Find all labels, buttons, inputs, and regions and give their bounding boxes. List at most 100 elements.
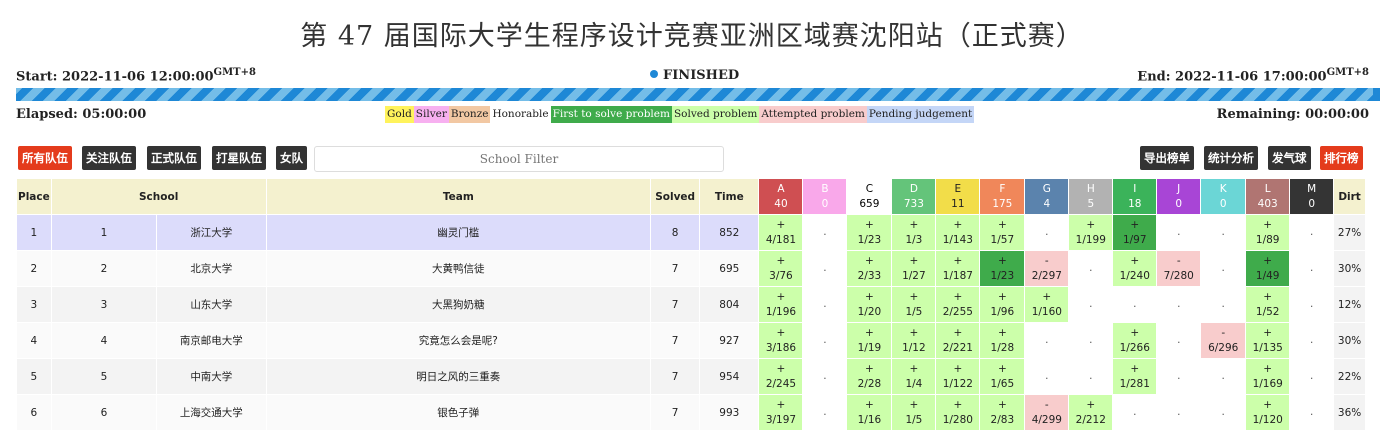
problem-header-a[interactable]: A 40 — [758, 178, 804, 215]
problem-cell-h[interactable]: . — [1068, 286, 1114, 323]
place-header[interactable]: Place — [16, 178, 52, 215]
problem-header-c[interactable]: C 659 — [846, 178, 893, 215]
problem-cell-e[interactable]: +2/255 — [935, 286, 981, 323]
problem-cell-e[interactable]: +1/187 — [935, 250, 981, 287]
problem-cell-l[interactable]: +1/120 — [1245, 394, 1291, 431]
problem-cell-m[interactable]: . — [1289, 358, 1335, 395]
problem-header-d[interactable]: D 733 — [891, 178, 937, 215]
problem-cell-a[interactable]: +3/186 — [758, 322, 804, 359]
problem-cell-i[interactable]: +1/266 — [1112, 322, 1158, 359]
problem-cell-m[interactable]: . — [1289, 214, 1335, 251]
problem-header-l[interactable]: L 403 — [1245, 178, 1291, 215]
problem-cell-d[interactable]: +1/4 — [891, 358, 937, 395]
problem-cell-b[interactable]: . — [802, 250, 848, 287]
problem-cell-h[interactable]: +2/212 — [1068, 394, 1114, 431]
problem-header-g[interactable]: G4 — [1024, 178, 1070, 215]
filter-button-4[interactable]: 打星队伍 — [212, 146, 266, 170]
problem-cell-l[interactable]: +1/169 — [1245, 358, 1291, 395]
problem-cell-l[interactable]: +1/49 — [1245, 250, 1291, 287]
problem-cell-g[interactable]: - 2/297 — [1024, 250, 1070, 287]
filter-button-5[interactable]: 女队 — [276, 146, 307, 170]
problem-cell-k[interactable]: . — [1200, 250, 1247, 287]
team-header[interactable]: Team — [265, 178, 652, 215]
problem-cell-i[interactable]: +1/281 — [1112, 358, 1158, 395]
problem-cell-m[interactable]: . — [1289, 250, 1335, 287]
problem-cell-b[interactable]: . — [802, 394, 848, 431]
problem-cell-j[interactable]: . — [1156, 214, 1202, 251]
solved-header[interactable]: Solved — [650, 178, 701, 215]
problem-cell-c[interactable]: +2/28 — [846, 358, 893, 395]
problem-cell-g[interactable]: +1/160 — [1024, 286, 1070, 323]
problem-cell-e[interactable]: +1/122 — [935, 358, 981, 395]
problem-cell-k[interactable]: . — [1200, 214, 1247, 251]
problem-cell-j[interactable]: . — [1156, 286, 1202, 323]
problem-cell-k[interactable]: . — [1200, 394, 1247, 431]
problem-cell-i[interactable]: . — [1112, 394, 1158, 431]
problem-cell-a[interactable]: +3/197 — [758, 394, 804, 431]
problem-header-k[interactable]: K0 — [1200, 178, 1247, 215]
problem-cell-a[interactable]: +3/76 — [758, 250, 804, 287]
problem-cell-m[interactable]: . — [1289, 394, 1335, 431]
time-header[interactable]: Time — [699, 178, 760, 215]
problem-cell-h[interactable]: . — [1068, 250, 1114, 287]
problem-cell-j[interactable]: . — [1156, 322, 1202, 359]
problem-cell-j[interactable]: . — [1156, 358, 1202, 395]
table-row[interactable]: 3 3 山东大学 大黑狗奶糖 7 804 +1/196. +1/20 +1/5 +2/255 +1/… — [16, 286, 1366, 323]
problem-cell-m[interactable]: . — [1289, 322, 1335, 359]
problem-header-h[interactable]: H5 — [1068, 178, 1114, 215]
problem-cell-d[interactable]: +1/12 — [891, 322, 937, 359]
problem-cell-e[interactable]: +1/280 — [935, 394, 981, 431]
problem-cell-k[interactable]: . — [1200, 286, 1247, 323]
table-row[interactable]: 4 4 南京邮电大学 究竟怎么会是呢? 7 927 +3/186. +1/19 +1/12 +2/… — [16, 322, 1366, 359]
problem-cell-f[interactable]: +1/65 — [979, 358, 1026, 395]
problem-cell-b[interactable]: . — [802, 322, 848, 359]
problem-cell-i[interactable]: . — [1112, 286, 1158, 323]
filter-button-3[interactable]: 正式队伍 — [147, 146, 201, 170]
problem-cell-h[interactable]: . — [1068, 322, 1114, 359]
problem-header-f[interactable]: F 175 — [979, 178, 1026, 215]
problem-cell-g[interactable]: . — [1024, 214, 1070, 251]
problem-cell-m[interactable]: . — [1289, 286, 1335, 323]
problem-cell-h[interactable]: +1/199 — [1068, 214, 1114, 251]
contest-progress-bar[interactable] — [16, 88, 1380, 101]
problem-cell-f[interactable]: +1/96 — [979, 286, 1026, 323]
problem-cell-h[interactable]: . — [1068, 358, 1114, 395]
action-button-1[interactable]: 导出榜单 — [1140, 146, 1194, 170]
problem-cell-g[interactable]: . — [1024, 358, 1070, 395]
problem-cell-g[interactable]: - 4/299 — [1024, 394, 1070, 431]
problem-cell-d[interactable]: +1/3 — [891, 214, 937, 251]
table-row[interactable]: 2 2 北京大学 大黄鸭信徒 7 695 +3/76. +2/33 +1/27 +1/187 +1/… — [16, 250, 1366, 287]
problem-cell-e[interactable]: +1/143 — [935, 214, 981, 251]
problem-header-e[interactable]: E 11 — [935, 178, 981, 215]
problem-header-m[interactable]: M0 — [1289, 178, 1335, 215]
problem-cell-a[interactable]: +4/181 — [758, 214, 804, 251]
problem-cell-j[interactable]: . — [1156, 394, 1202, 431]
table-row[interactable]: 1 1 浙江大学 幽灵门槛 8 852 +4/181. +1/23 +1/3 +1/143 +1/5… — [16, 214, 1366, 251]
problem-header-i[interactable]: I 18 — [1112, 178, 1158, 215]
problem-cell-l[interactable]: +1/89 — [1245, 214, 1291, 251]
dirt-header[interactable]: Dirt — [1333, 178, 1366, 215]
school-filter-input[interactable] — [314, 146, 724, 172]
action-button-2[interactable]: 统计分析 — [1204, 146, 1258, 170]
problem-cell-f[interactable]: +1/28 — [979, 322, 1026, 359]
table-row[interactable]: 5 5 中南大学 明日之风的三重奏 7 954 +2/245. +2/28 +1/4 +1/122… — [16, 358, 1366, 395]
problem-cell-d[interactable]: +1/5 — [891, 286, 937, 323]
problem-cell-c[interactable]: +2/33 — [846, 250, 893, 287]
action-button-3[interactable]: 发气球 — [1268, 146, 1311, 170]
problem-cell-l[interactable]: +1/52 — [1245, 286, 1291, 323]
problem-cell-a[interactable]: +2/245 — [758, 358, 804, 395]
problem-cell-b[interactable]: . — [802, 214, 848, 251]
problem-cell-j[interactable]: - 7/280 — [1156, 250, 1202, 287]
school-header[interactable]: School — [50, 178, 267, 215]
problem-header-j[interactable]: J0 — [1156, 178, 1202, 215]
problem-cell-i[interactable]: +1/240 — [1112, 250, 1158, 287]
action-button-4[interactable]: 排行榜 — [1320, 146, 1363, 170]
problem-cell-g[interactable]: . — [1024, 322, 1070, 359]
filter-button-2[interactable]: 关注队伍 — [82, 146, 136, 170]
problem-cell-e[interactable]: +2/221 — [935, 322, 981, 359]
problem-cell-f[interactable]: +1/57 — [979, 214, 1026, 251]
filter-button-1[interactable]: 所有队伍 — [18, 146, 72, 170]
problem-cell-d[interactable]: +1/27 — [891, 250, 937, 287]
problem-cell-c[interactable]: +1/19 — [846, 322, 893, 359]
problem-cell-i[interactable]: +1/97 — [1112, 214, 1158, 251]
